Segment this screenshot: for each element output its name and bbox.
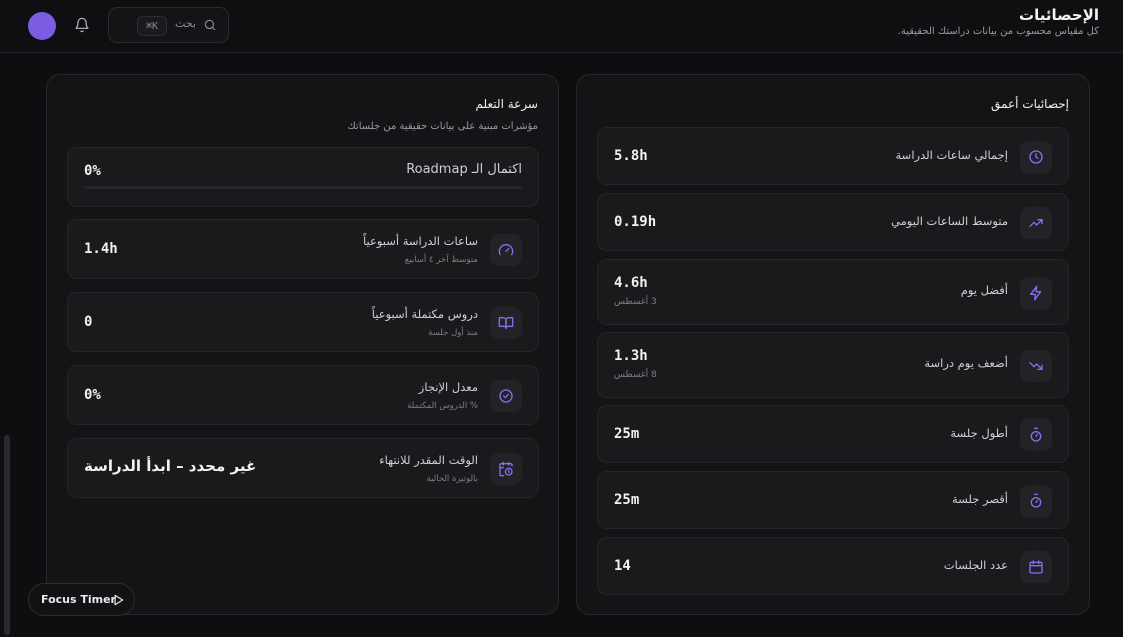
app-root: ⌘K بحث الإحصائيات كل مقياس محسوب من بيان… xyxy=(0,0,1123,637)
stat-sublabel: متوسط آخر ٤ أسابيع xyxy=(404,255,478,265)
top-bar: ⌘K بحث الإحصائيات كل مقياس محسوب من بيان… xyxy=(0,0,1123,53)
stat-row: 0.19h متوسط الساعات اليومي xyxy=(597,193,1069,251)
book-icon xyxy=(490,307,522,339)
detailed-stats-panel: إحصائيات أعمق 5.8h إجمالي ساعات الدراسة … xyxy=(576,74,1090,615)
stat-label: ساعات الدراسة أسبوعياً xyxy=(362,234,478,248)
search-shortcut-badge: ⌘K xyxy=(137,16,167,36)
stat-label: معدل الإنجاز xyxy=(418,380,478,394)
calendar-icon xyxy=(1020,551,1052,583)
gauge-icon xyxy=(490,234,522,266)
play-icon xyxy=(114,594,124,606)
stat-label: أفضل يوم xyxy=(960,283,1008,297)
weekly-study-hours-card: 1.4h ساعات الدراسة أسبوعياً متوسط آخر ٤ … xyxy=(67,219,539,279)
stat-sublabel: منذ أول جلسة xyxy=(428,328,478,338)
learning-speed-title: سرعة التعلم xyxy=(475,97,538,111)
stat-value: 1.3h xyxy=(614,348,648,364)
roadmap-progress-bar xyxy=(84,186,522,189)
roadmap-label: اكتمال الـ Roadmap xyxy=(406,162,522,177)
stat-row: 25m أقصر جلسة xyxy=(597,471,1069,529)
stat-row: 25m أطول جلسة xyxy=(597,405,1069,463)
stat-value: 1.4h xyxy=(84,241,118,257)
stat-value: 25m xyxy=(614,426,640,442)
notifications-bell-icon[interactable] xyxy=(72,15,92,35)
stat-sublabel: 8 أغسطس xyxy=(614,370,657,380)
stat-label: أقصر جلسة xyxy=(951,492,1008,506)
search-icon xyxy=(204,19,216,31)
roadmap-value: 0% xyxy=(84,163,101,179)
stat-row: 14 عدد الجلسات xyxy=(597,537,1069,595)
stat-label: عدد الجلسات xyxy=(943,558,1008,572)
focus-timer-label: Focus Timer xyxy=(41,593,116,606)
search-placeholder: بحث xyxy=(175,17,196,30)
stat-value: 25m xyxy=(614,492,640,508)
avatar[interactable] xyxy=(28,12,56,40)
weekly-lessons-card: 0 دروس مكتملة أسبوعياً منذ أول جلسة xyxy=(67,292,539,352)
trending-up-icon xyxy=(1020,207,1052,239)
stat-value: 0 xyxy=(84,314,93,330)
detailed-stats-title: إحصائيات أعمق xyxy=(991,97,1069,111)
stat-value: غير محدد – ابدأ الدراسة xyxy=(84,457,257,475)
learning-speed-subtitle: مؤشرات مبنية على بيانات حقيقية من جلساتك xyxy=(347,121,539,132)
learning-speed-panel: سرعة التعلم مؤشرات مبنية على بيانات حقيق… xyxy=(46,74,559,615)
check-circle-icon xyxy=(490,380,522,412)
stat-row: 1.3h 8 أغسطس أضعف يوم دراسة xyxy=(597,332,1069,398)
stat-row: 4.6h 3 أغسطس أفضل يوم xyxy=(597,259,1069,325)
lightning-icon xyxy=(1020,277,1052,309)
clock-icon xyxy=(1020,141,1052,173)
stat-label: أضعف يوم دراسة xyxy=(924,356,1008,370)
stat-sublabel: بالوتيرة الحالية xyxy=(426,474,478,484)
stopwatch-icon xyxy=(1020,485,1052,517)
stat-sublabel: 3 أغسطس xyxy=(614,297,657,307)
trending-down-icon xyxy=(1020,350,1052,382)
stat-label: دروس مكتملة أسبوعياً xyxy=(371,307,478,321)
stopwatch-icon xyxy=(1020,419,1052,451)
stat-value: 14 xyxy=(614,558,631,574)
stat-label: إجمالي ساعات الدراسة xyxy=(895,148,1008,162)
stat-value: 0.19h xyxy=(614,214,657,230)
completion-rate-card: 0% معدل الإنجاز % الدروس المكتملة xyxy=(67,365,539,425)
search-box[interactable]: ⌘K بحث xyxy=(108,7,229,43)
calendar-clock-icon xyxy=(490,453,522,485)
stat-value: 0% xyxy=(84,387,101,403)
stat-sublabel: % الدروس المكتملة xyxy=(407,401,478,411)
estimated-finish-card: غير محدد – ابدأ الدراسة الوقت المقدر للا… xyxy=(67,438,539,498)
page-title: الإحصائيات xyxy=(1019,6,1099,24)
stat-row: 5.8h إجمالي ساعات الدراسة xyxy=(597,127,1069,185)
focus-timer-button[interactable]: Focus Timer xyxy=(28,583,135,616)
stat-value: 4.6h xyxy=(614,275,648,291)
stat-value: 5.8h xyxy=(614,148,648,164)
page-subtitle: كل مقياس محسوب من بيانات دراستك الحقيقية… xyxy=(897,26,1099,37)
stat-label: متوسط الساعات اليومي xyxy=(891,214,1008,228)
stat-label: الوقت المقدر للانتهاء xyxy=(379,453,478,467)
scrollbar[interactable] xyxy=(4,435,10,635)
roadmap-progress-card: 0% اكتمال الـ Roadmap xyxy=(67,147,539,207)
stat-label: أطول جلسة xyxy=(950,426,1008,440)
